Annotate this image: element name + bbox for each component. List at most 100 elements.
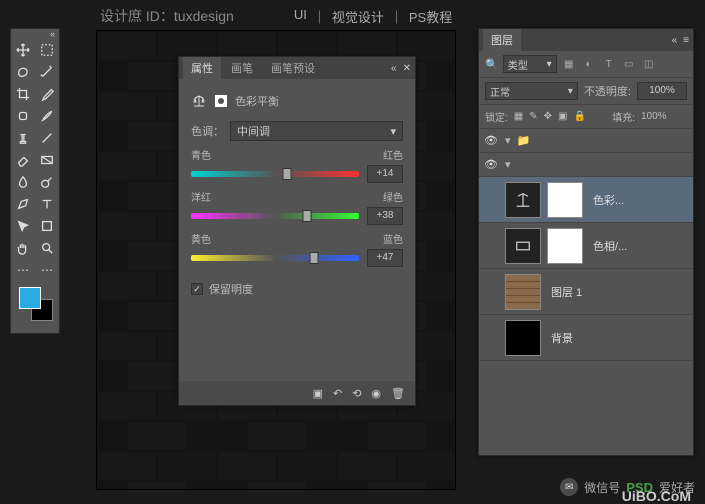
layer-row[interactable]: 图层 1 <box>479 269 693 315</box>
fill-value[interactable]: 100% <box>641 111 687 122</box>
move-tool-icon[interactable] <box>11 39 35 61</box>
slider1-value[interactable]: +14 <box>367 165 403 183</box>
type-tool-icon[interactable] <box>35 193 59 215</box>
mask-thumb[interactable] <box>547 182 583 218</box>
reset-icon[interactable]: ⟲ <box>352 387 361 400</box>
healing-tool-icon[interactable] <box>11 105 35 127</box>
tab-properties[interactable]: 属性 <box>183 57 221 79</box>
tone-label: 色调： <box>191 123 224 139</box>
layer-row[interactable]: 背景 <box>479 315 693 361</box>
mask-icon <box>213 93 229 109</box>
yellow-blue-slider[interactable] <box>191 255 359 261</box>
tab-brush-presets[interactable]: 画笔预设 <box>263 57 323 79</box>
preserve-lum-checkbox[interactable]: ✓ <box>191 283 203 295</box>
slider3-left: 黄色 <box>191 231 211 246</box>
marquee-tool-icon[interactable] <box>35 39 59 61</box>
adjustment-title: 色彩平衡 <box>235 93 279 109</box>
blur-tool-icon[interactable] <box>11 171 35 193</box>
eyedropper-tool-icon[interactable] <box>35 83 59 105</box>
clip-icon[interactable]: ▣ <box>313 387 323 400</box>
filter-type-icon[interactable]: T <box>601 57 617 72</box>
edit-toolbar-icon[interactable]: ⋯ <box>35 259 59 281</box>
site-tab-visual: 视觉设计 <box>332 7 384 26</box>
cyan-red-slider[interactable] <box>191 171 359 177</box>
slider-handle[interactable] <box>302 210 311 222</box>
lasso-tool-icon[interactable] <box>11 61 35 83</box>
filter-smart-icon[interactable]: ◫ <box>641 57 657 72</box>
delete-icon[interactable]: 🗑 <box>391 387 405 400</box>
path-select-icon[interactable] <box>11 215 35 237</box>
eye-icon[interactable]: 👁 <box>483 134 499 147</box>
zoom-tool-icon[interactable] <box>35 237 59 259</box>
shape-tool-icon[interactable] <box>35 215 59 237</box>
filter-icon[interactable]: 🔍 <box>485 58 499 71</box>
layer-row[interactable]: 色彩... <box>479 177 693 223</box>
prev-state-icon[interactable]: ↶ <box>333 387 342 400</box>
site-tab-ui: UI <box>294 7 307 26</box>
layers-panel: 图层 « ≡ 🔍 类型▾ ▦ ◐ T ▭ ◫ 正常▾ 不透明度: 100% 锁定… <box>478 28 694 456</box>
mask-thumb[interactable] <box>547 228 583 264</box>
eraser-tool-icon[interactable] <box>11 149 35 171</box>
filter-pixel-icon[interactable]: ▦ <box>561 57 577 72</box>
slider1-left: 青色 <box>191 147 211 162</box>
misc-tool-icon[interactable]: ⋯ <box>11 259 35 281</box>
layer-group[interactable]: 👁 ▾ <box>479 153 693 177</box>
brush-tool-icon[interactable] <box>35 105 59 127</box>
pen-tool-icon[interactable] <box>11 193 35 215</box>
slider-handle[interactable] <box>309 252 318 264</box>
tone-select[interactable]: 中间调▾ <box>230 121 403 141</box>
tab-brush[interactable]: 画笔 <box>223 57 261 79</box>
layer-row[interactable]: 色相/... <box>479 223 693 269</box>
eye-icon[interactable]: 👁 <box>483 158 499 171</box>
tab-layers[interactable]: 图层 <box>483 29 521 51</box>
chevron-down-icon[interactable]: ▾ <box>505 134 511 147</box>
preserve-lum-label: 保留明度 <box>209 281 253 297</box>
layer-thumb[interactable] <box>505 274 541 310</box>
panel-collapse-icon[interactable]: « <box>672 35 678 46</box>
crop-tool-icon[interactable] <box>11 83 35 105</box>
lock-pixels-icon[interactable]: ✎ <box>529 111 537 122</box>
opacity-label: 不透明度: <box>584 83 631 99</box>
balance-icon <box>191 93 207 109</box>
layer-thumb[interactable] <box>505 320 541 356</box>
history-brush-icon[interactable] <box>35 127 59 149</box>
magenta-green-slider[interactable] <box>191 213 359 219</box>
slider2-value[interactable]: +38 <box>367 207 403 225</box>
adjustment-thumb[interactable] <box>505 228 541 264</box>
designer-id: 设计庶 ID：tuxdesign <box>100 6 234 26</box>
lock-position-icon[interactable]: ✥ <box>544 111 552 122</box>
properties-panel: 属性 画笔 画笔预设 « ✕ 色彩平衡 色调： 中间调▾ 青色红色 +14 <box>178 56 416 406</box>
opacity-value[interactable]: 100% <box>637 82 687 100</box>
hand-tool-icon[interactable] <box>11 237 35 259</box>
chevron-down-icon[interactable]: ▾ <box>505 158 511 171</box>
slider3-value[interactable]: +47 <box>367 249 403 267</box>
layer-name[interactable]: 色彩... <box>593 192 624 208</box>
layer-name[interactable]: 背景 <box>551 330 573 346</box>
layer-name[interactable]: 图层 1 <box>551 284 582 300</box>
panel-collapse-icon[interactable]: « <box>391 63 397 74</box>
lock-artboard-icon[interactable]: ▣ <box>558 111 567 122</box>
panel-menu-icon[interactable]: ≡ <box>683 35 689 46</box>
color-swatches[interactable] <box>11 281 59 333</box>
gradient-tool-icon[interactable] <box>35 149 59 171</box>
filter-type-select[interactable]: 类型▾ <box>503 55 557 73</box>
layer-group[interactable]: 👁 ▾ 📁 <box>479 129 693 153</box>
chevron-down-icon: ▾ <box>390 125 396 138</box>
toolbox: « ⋯ ⋯ <box>10 28 60 334</box>
blend-mode-select[interactable]: 正常▾ <box>485 82 578 100</box>
stamp-tool-icon[interactable] <box>11 127 35 149</box>
lock-transparency-icon[interactable]: ▦ <box>514 111 523 122</box>
toolbox-collapse[interactable]: « <box>11 29 59 39</box>
slider-handle[interactable] <box>282 168 291 180</box>
slider2-left: 洋红 <box>191 189 211 204</box>
lock-all-icon[interactable]: 🔒 <box>573 111 585 122</box>
filter-adjust-icon[interactable]: ◐ <box>581 57 597 72</box>
layer-name[interactable]: 色相/... <box>593 238 627 254</box>
panel-close-icon[interactable]: ✕ <box>403 63 411 74</box>
dodge-tool-icon[interactable] <box>35 171 59 193</box>
adjustment-thumb[interactable] <box>505 182 541 218</box>
fg-swatch[interactable] <box>19 287 41 309</box>
wand-tool-icon[interactable] <box>35 61 59 83</box>
visibility-icon[interactable]: ◉ <box>371 387 381 400</box>
filter-shape-icon[interactable]: ▭ <box>621 57 637 72</box>
